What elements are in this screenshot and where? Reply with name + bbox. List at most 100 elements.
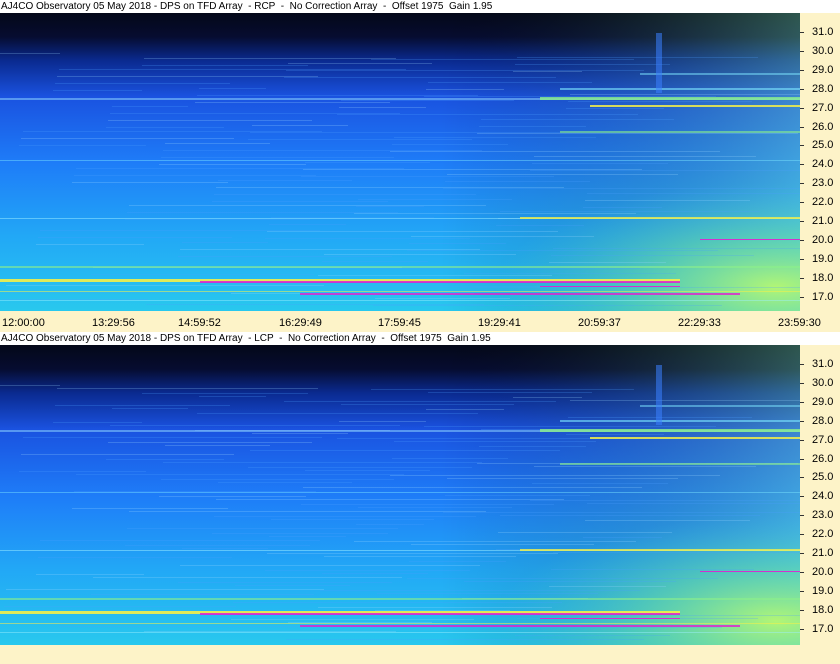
rfi-streak — [267, 553, 558, 554]
rfi-streak — [76, 474, 404, 475]
rfi-streak — [358, 507, 512, 508]
rfi-streak — [72, 182, 228, 183]
rfi-streak — [324, 556, 516, 557]
rfi-streak — [269, 536, 346, 537]
rfi-streak — [271, 519, 434, 520]
rfi-streak — [265, 238, 470, 239]
lcp-panel-title: AJ4CO Observatory 05 May 2018 - DPS on T… — [0, 332, 840, 345]
rfi-band — [300, 293, 740, 295]
rcp-x-tick-label: 17:59:45 — [378, 317, 421, 329]
rfi-streak — [248, 467, 472, 468]
rfi-band — [200, 281, 680, 283]
rfi-streak — [214, 194, 476, 195]
rfi-streak — [19, 471, 146, 472]
rfi-streak — [479, 446, 586, 447]
rfi-streak — [447, 174, 678, 175]
lcp-y-tick-label: 31.0 — [812, 358, 834, 370]
rfi-streak — [21, 138, 234, 139]
rfi-streak — [4, 606, 236, 607]
rfi-streak — [341, 100, 514, 101]
rfi-streak — [248, 139, 472, 140]
rcp-x-tick-label: 22:29:33 — [678, 317, 721, 329]
rfi-streak — [38, 237, 232, 238]
rfi-streak — [2, 299, 148, 300]
rfi-streak — [587, 193, 800, 194]
rfi-streak — [322, 573, 428, 574]
rfi-streak — [464, 581, 676, 582]
lcp-y-tick-label: 20.0 — [812, 565, 834, 578]
rcp-spectrogram — [0, 13, 800, 311]
rfi-streak — [180, 565, 480, 566]
rfi-streak — [428, 82, 592, 83]
rfi-streak — [55, 83, 230, 84]
rfi-band — [590, 105, 800, 107]
rfi-streak — [129, 205, 486, 206]
rcp-x-tick-label: 12:00:00 — [2, 317, 45, 329]
lcp-y-tick-label: 29.0 — [812, 395, 834, 408]
rfi-streak — [356, 524, 424, 525]
rfi-streak — [447, 478, 678, 479]
rfi-band — [560, 420, 800, 422]
rfi-streak — [286, 639, 644, 640]
rcp-y-tick-label: 17.0 — [812, 290, 834, 303]
rfi-streak — [91, 274, 314, 275]
rfi-streak — [443, 512, 800, 513]
rfi-streak — [354, 541, 636, 542]
rfi-streak — [284, 401, 556, 402]
rfi-streak — [570, 400, 800, 401]
rcp-y-tick-label: 19.0 — [812, 252, 834, 265]
rfi-spike — [656, 33, 662, 93]
rfi-streak — [424, 96, 716, 97]
rfi-streak — [583, 207, 662, 208]
rfi-streak — [530, 170, 800, 171]
rfi-streak — [144, 58, 396, 59]
rfi-streak — [532, 163, 668, 164]
rfi-streak — [106, 459, 224, 460]
rfi-streak — [214, 516, 476, 517]
rfi-streak — [36, 574, 144, 575]
rfi-streak — [106, 127, 224, 128]
rfi-streak — [390, 475, 720, 476]
rfi-streak — [110, 113, 400, 114]
rfi-streak — [445, 495, 590, 496]
rfi-band — [700, 239, 800, 240]
rfi-streak — [500, 211, 760, 212]
rfi-streak — [180, 249, 480, 250]
rfi-streak — [356, 206, 424, 207]
rcp-x-tick-label: 13:29:56 — [92, 317, 135, 329]
rfi-streak — [371, 389, 634, 390]
rfi-streak — [318, 607, 552, 608]
rfi-streak — [0, 53, 60, 54]
rcp-panel: AJ4CO Observatory 05 May 2018 - DPS on T… — [0, 0, 840, 332]
rfi-streak — [284, 77, 556, 78]
rfi-streak — [233, 286, 562, 287]
rfi-streak — [269, 224, 346, 225]
rfi-streak — [216, 187, 564, 188]
rfi-streak — [288, 63, 432, 64]
rfi-band — [0, 623, 800, 624]
rfi-streak — [375, 298, 510, 299]
lcp-y-tick-label: 21.0 — [812, 547, 834, 559]
rfi-streak — [6, 285, 324, 286]
rfi-streak — [142, 65, 308, 66]
rfi-band — [560, 463, 800, 465]
rfi-streak — [515, 64, 670, 65]
rfi-streak — [301, 504, 554, 505]
rfi-streak — [267, 231, 558, 232]
rfi-streak — [146, 304, 484, 305]
rfi-streak — [324, 254, 516, 255]
lcp-y-tick-label: 27.0 — [812, 433, 834, 446]
rfi-streak — [161, 479, 394, 480]
rfi-streak — [303, 169, 642, 170]
rfi-streak — [320, 590, 640, 591]
rfi-streak — [36, 244, 144, 245]
rfi-streak — [250, 450, 560, 451]
rfi-streak — [477, 133, 798, 134]
rfi-streak — [19, 145, 146, 146]
rfi-streak — [481, 119, 674, 120]
rfi-band — [0, 598, 800, 600]
rfi-streak — [38, 557, 232, 558]
rcp-y-tick-label: 21.0 — [812, 215, 834, 227]
rfi-streak — [74, 175, 316, 176]
rfi-band — [0, 160, 800, 161]
